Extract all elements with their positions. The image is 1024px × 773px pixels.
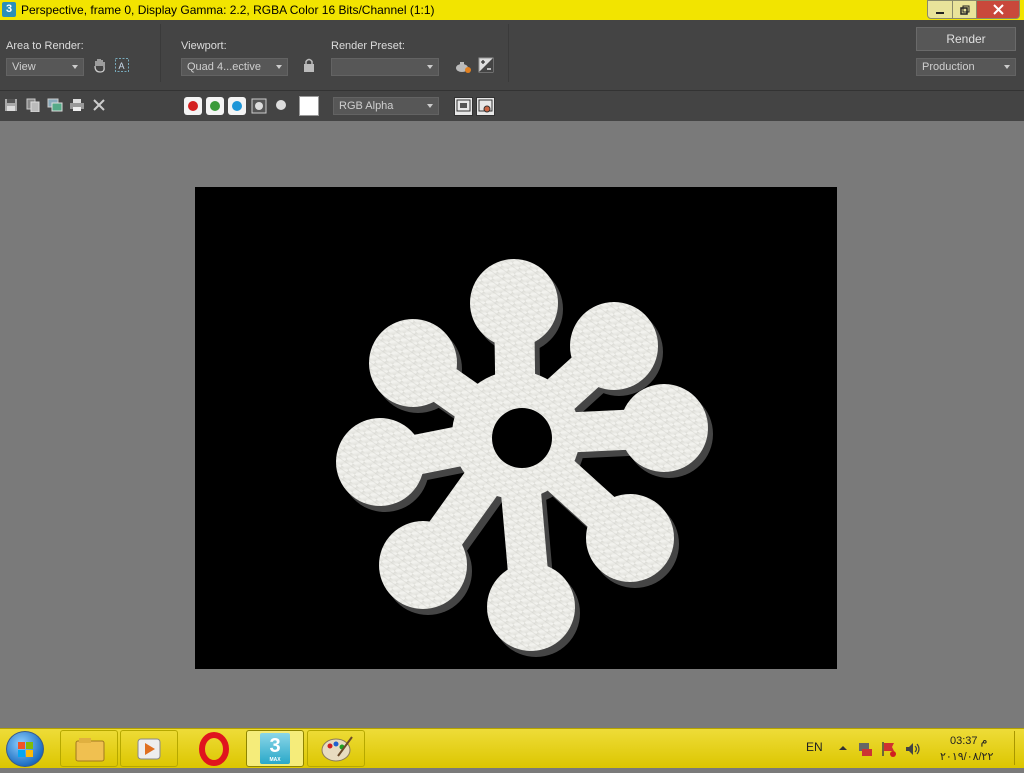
render-button[interactable]: Render	[916, 27, 1016, 51]
folder-icon	[75, 738, 105, 762]
monochrome-icon	[276, 100, 286, 110]
area-to-render-value: View	[12, 61, 36, 73]
chevron-down-icon	[427, 65, 433, 69]
window-title: Perspective, frame 0, Display Gamma: 2.2…	[21, 3, 435, 17]
alpha-channel-icon	[251, 98, 267, 114]
title-bar: 3 Perspective, frame 0, Display Gamma: 2…	[0, 0, 1024, 20]
opera-icon	[199, 732, 229, 766]
start-button[interactable]	[6, 731, 44, 767]
divider	[508, 24, 509, 82]
language-indicator[interactable]: EN	[806, 740, 823, 754]
color-swatch[interactable]	[299, 96, 319, 116]
devices-icon	[859, 743, 872, 756]
render-preset-label: Render Preset:	[331, 40, 405, 52]
viewport-dropdown[interactable]: Quad 4...ective	[181, 58, 288, 76]
print-image-button[interactable]	[69, 98, 85, 114]
action-center-button[interactable]	[880, 740, 896, 757]
max-icon-label: MAX	[269, 757, 281, 763]
chevron-down-icon	[1004, 65, 1010, 69]
chevron-down-icon	[427, 104, 433, 108]
devices-tray-button[interactable]	[857, 740, 873, 756]
render-preset-dropdown[interactable]	[331, 58, 439, 76]
alpha-channel-toggle[interactable]	[251, 98, 267, 114]
taskbar-media-player[interactable]	[120, 730, 178, 767]
green-channel-toggle[interactable]	[206, 97, 224, 115]
hand-icon	[94, 59, 105, 73]
channel-value: RGB Alpha	[339, 100, 394, 112]
environment-effects-button[interactable]	[476, 57, 496, 77]
monochrome-toggle[interactable]	[273, 98, 289, 114]
taskbar-paint[interactable]	[307, 730, 365, 767]
copy-image-button[interactable]	[25, 98, 41, 114]
clock-time[interactable]: 03:37 م	[950, 734, 987, 747]
render-mode-dropdown[interactable]: Production	[916, 58, 1016, 76]
3dsmax-app-icon[interactable]: 3	[2, 2, 16, 17]
divider	[160, 24, 161, 82]
render-settings-toolbar: Area to Render: View A Viewport: Quad 4.…	[0, 20, 1024, 90]
lock-viewport-button[interactable]	[299, 57, 319, 77]
maximize-button[interactable]	[953, 0, 977, 19]
minimize-icon	[936, 11, 944, 14]
clone-window-icon	[47, 98, 63, 112]
paint-palette-icon	[321, 736, 353, 762]
channel-dropdown[interactable]: RGB Alpha	[333, 97, 439, 115]
blue-channel-icon	[232, 101, 242, 111]
window-eye-icon	[478, 99, 493, 113]
taskbar-3dsmax[interactable]: 3 MAX	[246, 730, 304, 767]
copy-icon	[26, 98, 40, 113]
rendered-flower-shape	[336, 259, 713, 657]
render-setup-button[interactable]	[453, 57, 473, 77]
chevron-down-icon	[72, 65, 78, 69]
clone-window-button[interactable]	[47, 98, 63, 114]
close-icon	[992, 4, 1004, 15]
taskbar: 3 MAX EN 03:37 م ٢٠١٩/٠٨/٢٢	[0, 728, 1024, 768]
save-image-button[interactable]	[3, 98, 19, 114]
flag-icon	[882, 742, 896, 757]
toggle-ui-overlay-button[interactable]	[454, 97, 473, 116]
blue-channel-toggle[interactable]	[228, 97, 246, 115]
toggle-ui-button[interactable]	[476, 97, 495, 116]
volume-button[interactable]	[904, 740, 920, 756]
lock-icon	[304, 58, 314, 72]
exposure-icon	[478, 57, 494, 73]
auto-region-icon: A	[115, 58, 129, 72]
max-icon-number: 3	[269, 735, 281, 757]
edit-region-button[interactable]	[90, 57, 110, 77]
restore-icon	[959, 5, 969, 15]
show-desktop-button[interactable]	[1014, 731, 1023, 765]
red-channel-icon	[188, 101, 198, 111]
red-channel-toggle[interactable]	[184, 97, 202, 115]
teapot-gear-icon	[456, 62, 471, 73]
area-to-render-dropdown[interactable]: View	[6, 58, 84, 76]
save-icon	[5, 99, 17, 111]
auto-region-button[interactable]: A	[112, 57, 132, 77]
chevron-down-icon	[276, 65, 282, 69]
speaker-icon	[906, 743, 920, 755]
clear-image-button[interactable]	[91, 98, 107, 114]
green-channel-icon	[210, 101, 220, 111]
media-player-icon	[137, 738, 161, 760]
3dsmax-icon: 3 MAX	[260, 733, 290, 764]
print-icon	[70, 99, 84, 111]
chevron-up-icon	[839, 746, 847, 750]
render-output-image	[195, 187, 837, 669]
frame-buffer-toolbar: RGB Alpha	[0, 90, 1024, 121]
svg-text:A: A	[119, 61, 125, 71]
x-icon	[93, 99, 105, 111]
viewport-label: Viewport:	[181, 40, 227, 52]
show-hidden-icons-button[interactable]	[835, 741, 851, 757]
minimize-button[interactable]	[927, 0, 953, 19]
close-button[interactable]	[977, 0, 1020, 19]
area-to-render-label: Area to Render:	[6, 40, 84, 52]
viewport-value: Quad 4...ective	[187, 61, 261, 73]
overlay-icon	[456, 99, 471, 112]
taskbar-explorer[interactable]	[60, 730, 118, 767]
render-mode-value: Production	[922, 61, 975, 73]
window-controls	[927, 0, 1020, 19]
clock-date[interactable]: ٢٠١٩/٠٨/٢٢	[940, 750, 993, 763]
windows-logo-icon	[18, 742, 33, 757]
taskbar-opera[interactable]	[184, 730, 242, 767]
